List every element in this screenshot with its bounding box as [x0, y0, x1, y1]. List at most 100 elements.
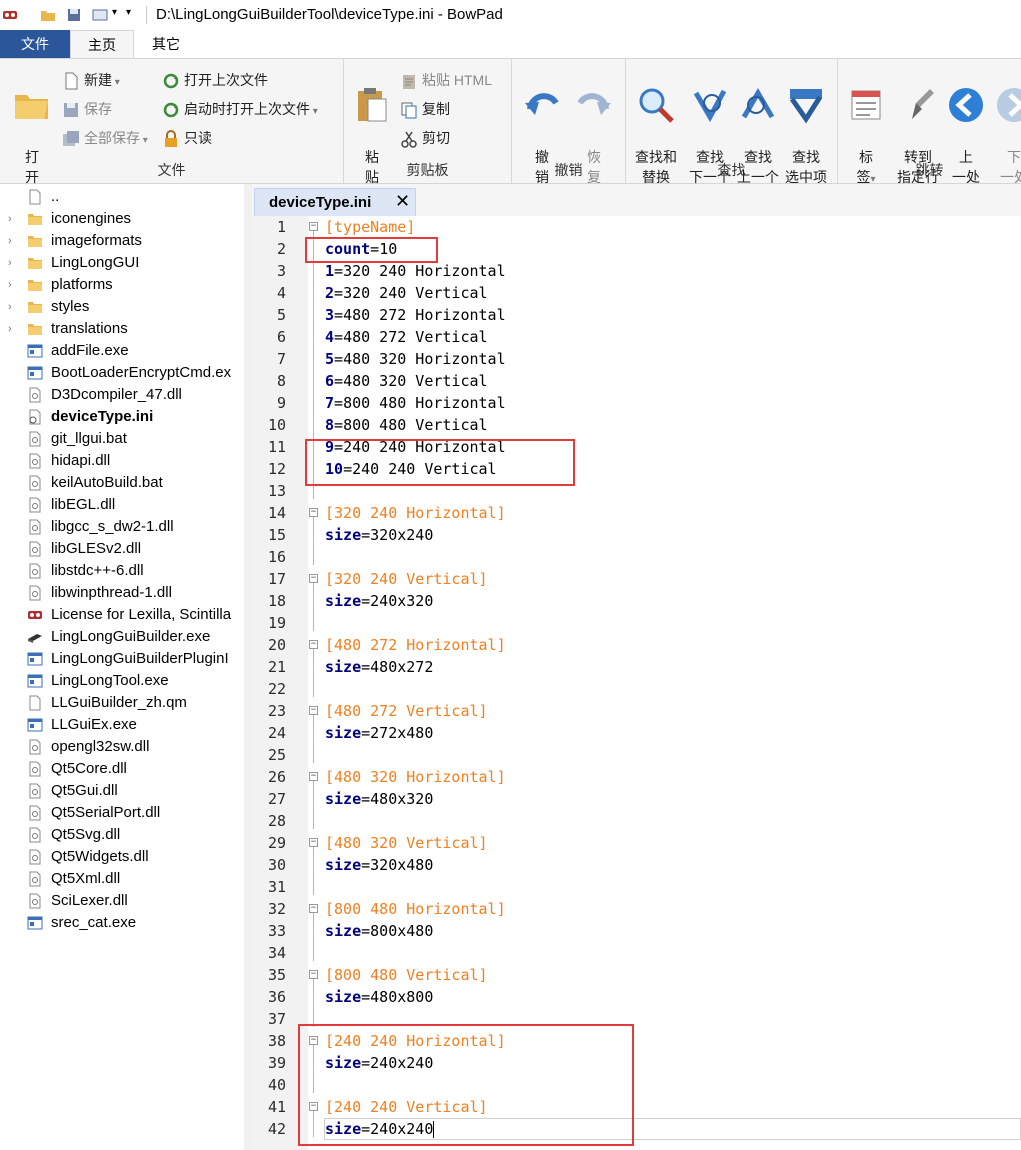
code-line[interactable]: size=320x480 [325, 854, 433, 876]
fold-toggle-icon[interactable]: − [309, 772, 318, 781]
readonly-button[interactable]: 只读 [162, 126, 212, 150]
code-line[interactable]: 7=800 480 Horizontal [325, 392, 506, 414]
open-last-file-button[interactable]: 打开上次文件 [162, 68, 268, 92]
code-line[interactable]: [320 240 Vertical] [325, 568, 488, 590]
fold-toggle-icon[interactable]: − [309, 640, 318, 649]
code-line[interactable]: size=240x320 [325, 590, 433, 612]
tree-file-item[interactable]: BootLoaderEncryptCmd.ex [0, 362, 244, 384]
paste-html-button[interactable]: 粘贴 HTML [400, 68, 492, 92]
customize-quick-access-icon[interactable] [92, 7, 108, 23]
quick-access-more-icon[interactable]: ▾ [126, 7, 131, 18]
tree-file-item[interactable]: .. [0, 186, 244, 208]
tree-file-item[interactable]: Qt5Xml.dll [0, 868, 244, 890]
tree-folder-item[interactable]: › styles [0, 296, 244, 318]
tree-file-item[interactable]: hidapi.dll [0, 450, 244, 472]
fold-toggle-icon[interactable]: − [309, 706, 318, 715]
bowpad-app-icon[interactable] [2, 7, 18, 23]
code-line[interactable]: [480 320 Horizontal] [325, 766, 506, 788]
expand-chevron-icon[interactable]: › [8, 252, 18, 274]
tree-file-item[interactable]: libwinpthread-1.dll [0, 582, 244, 604]
new-button[interactable]: 新建 ▾ [62, 68, 120, 92]
code-line[interactable]: size=480x800 [325, 986, 433, 1008]
copy-button[interactable]: 复制 [400, 97, 450, 121]
tree-file-item[interactable]: LLGuiBuilder_zh.qm [0, 692, 244, 714]
code-line[interactable]: size=480x272 [325, 656, 433, 678]
code-editor[interactable]: 1− [typeName] 2 count=10 3 1=320 240 Horizont… [252, 216, 1021, 1150]
code-line[interactable]: size=480x320 [325, 788, 433, 810]
code-line[interactable]: 8=800 480 Vertical [325, 414, 488, 436]
fold-toggle-icon[interactable]: − [309, 838, 318, 847]
expand-chevron-icon[interactable]: › [8, 208, 18, 230]
fold-toggle-icon[interactable]: − [309, 904, 318, 913]
close-icon[interactable]: ✕ [395, 191, 410, 212]
panel-splitter[interactable] [244, 184, 252, 1150]
code-line[interactable]: 3=480 272 Horizontal [325, 304, 506, 326]
tree-file-item[interactable]: opengl32sw.dll [0, 736, 244, 758]
tree-file-item[interactable]: libGLESv2.dll [0, 538, 244, 560]
code-line[interactable]: 4=480 272 Vertical [325, 326, 488, 348]
tree-file-item[interactable]: License for Lexilla, Scintilla [0, 604, 244, 626]
tree-file-item[interactable]: LingLongTool.exe [0, 670, 244, 692]
tree-file-item[interactable]: Qt5Svg.dll [0, 824, 244, 846]
tree-folder-item[interactable]: › iconengines [0, 208, 244, 230]
file-tree-panel[interactable]: .. › iconengines › imageformats › LingLongGUI ›… [0, 184, 244, 1150]
code-line[interactable]: [480 272 Horizontal] [325, 634, 506, 656]
code-line[interactable]: [320 240 Horizontal] [325, 502, 506, 524]
tree-folder-item[interactable]: › imageformats [0, 230, 244, 252]
tree-folder-item[interactable]: › platforms [0, 274, 244, 296]
tree-file-item[interactable]: libEGL.dll [0, 494, 244, 516]
dropdown-arrow-icon[interactable]: ▾ [112, 7, 117, 18]
open-last-on-startup-button[interactable]: 启动时打开上次文件 ▾ [162, 97, 318, 121]
tree-file-item[interactable]: libstdc++-6.dll [0, 560, 244, 582]
tree-file-item[interactable]: SciLexer.dll [0, 890, 244, 912]
fold-toggle-icon[interactable]: − [309, 508, 318, 517]
code-line[interactable]: [480 272 Vertical] [325, 700, 488, 722]
expand-chevron-icon[interactable]: › [8, 230, 18, 252]
code-line[interactable]: 1=320 240 Horizontal [325, 260, 506, 282]
tree-folder-item[interactable]: › translations [0, 318, 244, 340]
tree-file-item[interactable]: D3Dcompiler_47.dll [0, 384, 244, 406]
expand-chevron-icon[interactable]: › [8, 274, 18, 296]
tree-file-item[interactable]: LLGuiEx.exe [0, 714, 244, 736]
tree-file-item[interactable]: libgcc_s_dw2-1.dll [0, 516, 244, 538]
code-line[interactable]: size=800x480 [325, 920, 433, 942]
code-line[interactable]: size=272x480 [325, 722, 433, 744]
tree-file-item[interactable]: Qt5Core.dll [0, 758, 244, 780]
code-line[interactable]: 6=480 320 Vertical [325, 370, 488, 392]
save-button[interactable]: 保存 [62, 97, 112, 121]
group-label-file: 文件 [157, 162, 186, 178]
save-icon[interactable] [66, 7, 82, 23]
document-tab[interactable]: deviceType.ini ✕ [254, 188, 416, 216]
fold-toggle-icon[interactable]: − [309, 970, 318, 979]
save-all-button[interactable]: 全部保存 ▾ [62, 126, 148, 150]
code-line[interactable]: [800 480 Vertical] [325, 964, 488, 986]
code-line[interactable]: [480 320 Vertical] [325, 832, 488, 854]
tree-file-item[interactable]: Qt5SerialPort.dll [0, 802, 244, 824]
tab-home[interactable]: 主页 [70, 30, 134, 58]
code-line[interactable]: size=320x240 [325, 524, 433, 546]
code-line[interactable]: 2=320 240 Vertical [325, 282, 488, 304]
tab-other[interactable]: 其它 [134, 30, 198, 58]
fold-toggle-icon[interactable]: − [309, 574, 318, 583]
open-folder-icon[interactable] [40, 7, 56, 23]
tree-folder-item[interactable]: › LingLongGUI [0, 252, 244, 274]
code-line[interactable]: [typeName] [325, 216, 415, 238]
tree-file-item[interactable]: LingLongGuiBuilder.exe [0, 626, 244, 648]
cut-button[interactable]: 剪切 [400, 126, 450, 150]
tree-file-item[interactable]: LingLongGuiBuilderPluginI [0, 648, 244, 670]
tree-file-item[interactable]: git_llgui.bat [0, 428, 244, 450]
code-line[interactable]: 5=480 320 Horizontal [325, 348, 506, 370]
expand-chevron-icon[interactable]: › [8, 296, 18, 318]
tree-file-item[interactable]: Qt5Gui.dll [0, 780, 244, 802]
expand-chevron-icon[interactable]: › [8, 318, 18, 340]
tab-file[interactable]: 文件 [0, 30, 70, 58]
tree-file-item[interactable]: addFile.exe [0, 340, 244, 362]
tree-file-item[interactable]: deviceType.ini [0, 406, 244, 428]
fold-margin[interactable] [308, 216, 324, 1150]
tree-file-item[interactable]: keilAutoBuild.bat [0, 472, 244, 494]
ribbon-group-undo: 撤 销 恢 复 撤销 [512, 59, 626, 185]
fold-toggle-icon[interactable]: − [309, 222, 318, 231]
code-line[interactable]: [800 480 Horizontal] [325, 898, 506, 920]
tree-file-item[interactable]: Qt5Widgets.dll [0, 846, 244, 868]
tree-file-item[interactable]: srec_cat.exe [0, 912, 244, 934]
